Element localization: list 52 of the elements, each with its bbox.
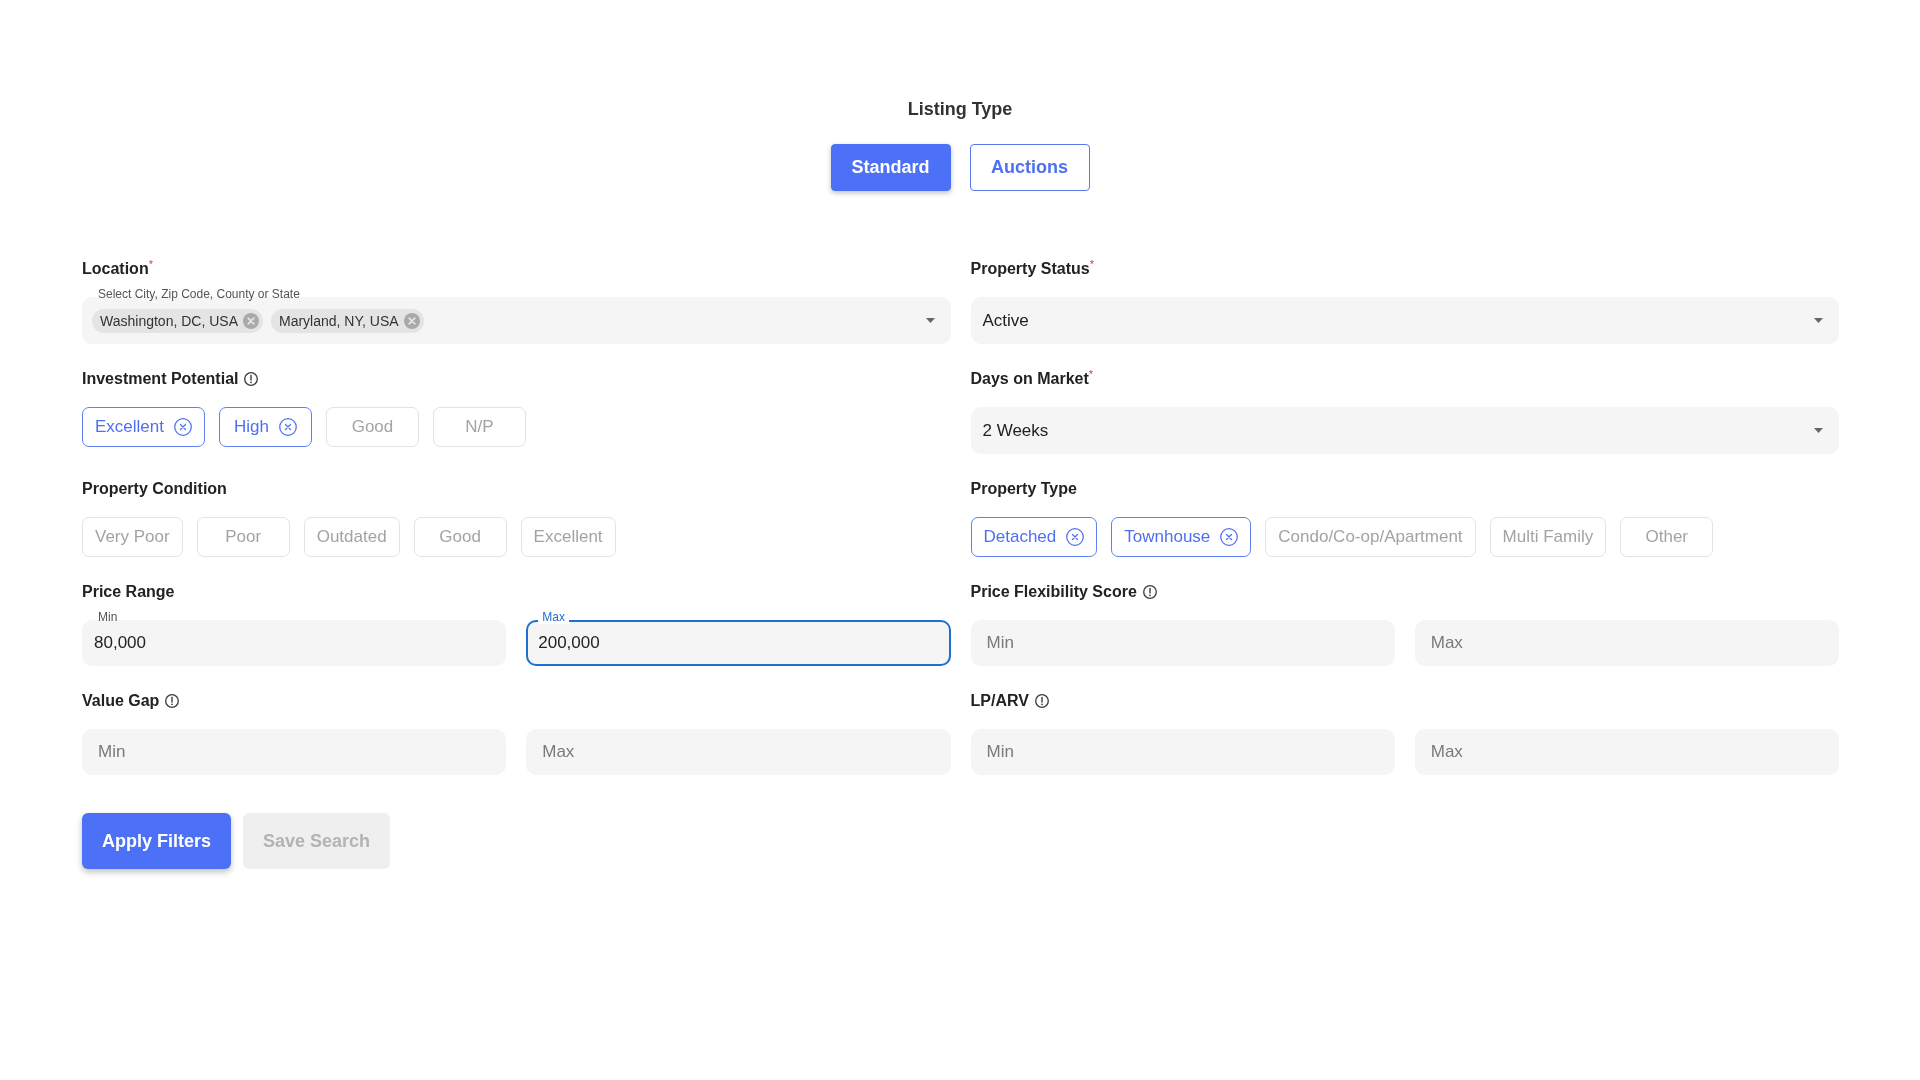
close-icon[interactable] xyxy=(278,418,297,436)
floating-label: Max xyxy=(538,610,569,624)
input-field[interactable]: Max xyxy=(1414,620,1839,666)
caret-icon[interactable] xyxy=(1814,428,1823,433)
location-chip[interactable]: Maryland, NY, USA xyxy=(271,308,424,333)
field-label: LP/ARV xyxy=(970,691,1029,711)
filter-chip[interactable]: N/P xyxy=(433,407,526,447)
filter-chip[interactable]: Other xyxy=(1620,517,1714,557)
input-field[interactable]: Max xyxy=(1414,729,1839,775)
input-field[interactable]: Min xyxy=(82,729,507,775)
action-button[interactable]: Apply Filters xyxy=(82,813,232,869)
filter-chip[interactable]: Multi Family xyxy=(1489,517,1607,557)
close-icon[interactable] xyxy=(174,418,192,436)
input-field[interactable]: 80,000 xyxy=(82,620,507,666)
field-label: Days on Market$^{*}$ xyxy=(970,369,1094,389)
filter-chip[interactable]: Good xyxy=(413,517,507,557)
field-label: Price Flexibility Score xyxy=(970,582,1137,602)
caret-icon[interactable] xyxy=(1814,318,1823,323)
field-label: Property Type xyxy=(970,479,1077,499)
input-field[interactable]: Max xyxy=(526,729,951,775)
location-chip[interactable]: Washington, DC, USA xyxy=(92,308,263,333)
info-icon[interactable] xyxy=(244,372,259,386)
info-icon[interactable] xyxy=(165,694,180,708)
field-label: Investment Potential xyxy=(82,369,239,389)
filter-chip[interactable]: Detached xyxy=(970,517,1098,557)
input-field[interactable]: 200,000 xyxy=(526,620,951,666)
close-icon[interactable] xyxy=(1220,528,1239,546)
dropdown-field[interactable]: 2 Weeks xyxy=(970,407,1839,454)
input-field[interactable]: Min xyxy=(970,620,1395,666)
field-label: Price Range xyxy=(82,582,175,602)
close-icon[interactable] xyxy=(1066,528,1085,546)
filter-chip[interactable]: Good xyxy=(326,407,419,447)
field-label: Value Gap xyxy=(82,691,160,711)
dropdown-field[interactable]: Active xyxy=(970,297,1839,344)
info-icon[interactable] xyxy=(1034,694,1049,708)
toggle-button[interactable]: Auctions xyxy=(969,144,1090,191)
toggle-button[interactable]: Standard xyxy=(830,144,951,191)
info-icon[interactable] xyxy=(1142,585,1157,599)
filter-chip[interactable]: Outdated xyxy=(303,517,400,557)
section-title: Listing Type xyxy=(907,98,1013,121)
filter-chip[interactable]: Townhouse xyxy=(1111,517,1252,557)
filter-chip[interactable]: Very Poor xyxy=(82,517,183,557)
field-label: Property Condition xyxy=(82,479,227,499)
field-label: Location$^{*}$ xyxy=(82,259,153,279)
input-field[interactable]: Min xyxy=(970,729,1395,775)
filter-chip[interactable]: Poor xyxy=(196,517,290,557)
field-label: Property Status$^{*}$ xyxy=(970,259,1094,279)
filter-chip[interactable]: Condo/Co-op/Apartment xyxy=(1265,517,1476,557)
filter-chip[interactable]: Excellent xyxy=(520,517,616,557)
caret-icon[interactable] xyxy=(925,318,935,323)
filter-chip[interactable]: High xyxy=(219,407,312,447)
filter-chip[interactable]: Excellent xyxy=(82,407,205,447)
